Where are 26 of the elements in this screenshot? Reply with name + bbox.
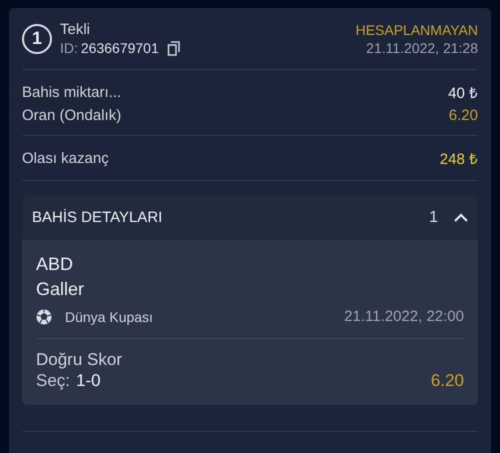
- bet-id: 2636679701: [80, 40, 159, 56]
- home-team: ABD: [36, 253, 74, 276]
- copy-icon[interactable]: [166, 40, 181, 56]
- details-count: 1: [429, 208, 438, 226]
- placed-date: 21.11.2022, 21:28: [366, 40, 478, 56]
- payout-value: 248 ₺: [440, 150, 478, 168]
- selection-odds: 6.20: [430, 371, 464, 391]
- summary-label: Oran (Ondalık): [22, 107, 122, 124]
- details-header[interactable]: BAHİS DETAYLARI 1: [22, 195, 478, 240]
- pick-label: Seç:: [36, 371, 70, 391]
- payout-label: Olası kazanç: [22, 150, 109, 166]
- competition-name: Dünya Kupası: [65, 308, 154, 324]
- market-name: Doğru Skor: [36, 349, 123, 371]
- summary-value: 40 ₺: [448, 84, 478, 102]
- match-date: 21.11.2022, 22:00: [344, 308, 464, 325]
- bet-number-icon: 1: [22, 24, 52, 54]
- summary-value: 6.20: [448, 107, 478, 124]
- bet-status: HESAPLANMAYAN: [356, 22, 478, 38]
- pick-value: 1-0: [76, 371, 102, 391]
- bet-type: Tekli: [60, 21, 92, 38]
- id-label: ID:: [60, 40, 78, 56]
- away-team: Galler: [36, 278, 86, 301]
- football-icon: [36, 308, 52, 324]
- summary-label: Bahis miktarı...: [22, 84, 122, 100]
- details-title: BAHİS DETAYLARI: [32, 209, 164, 226]
- chevron-icon[interactable]: [454, 213, 468, 222]
